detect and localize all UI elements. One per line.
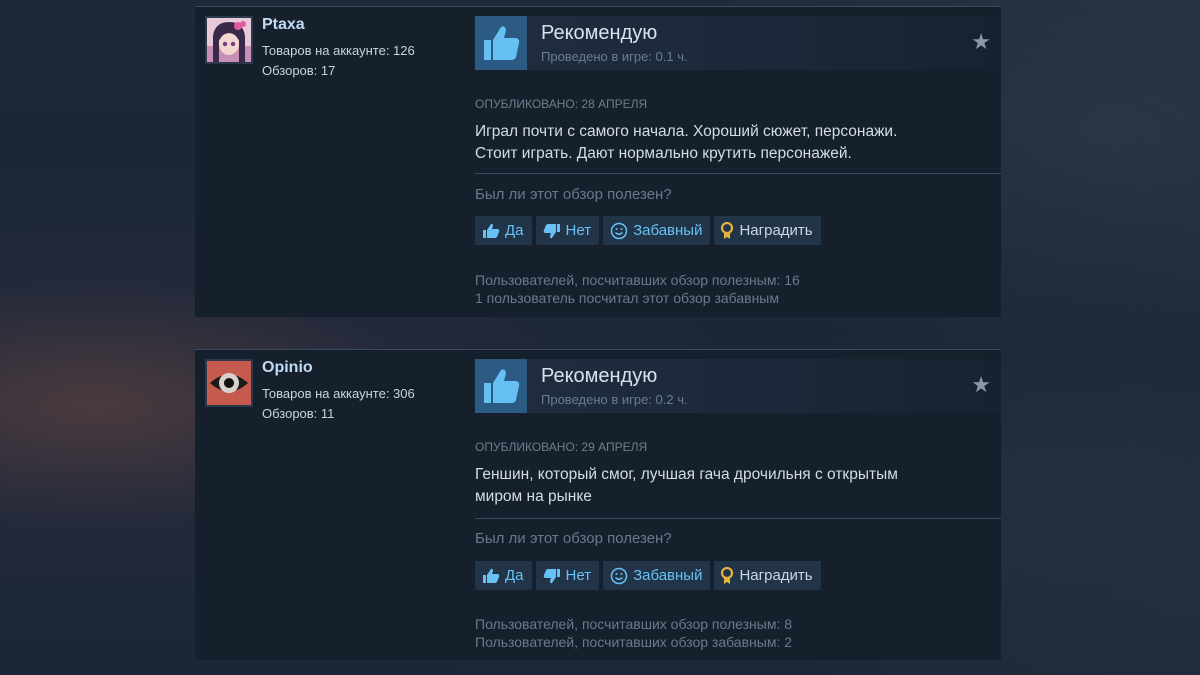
award-button[interactable]: Наградить [714, 561, 821, 590]
star-icon[interactable]: ★ [971, 31, 991, 53]
author-name[interactable]: Ptaxa [262, 16, 305, 34]
eye-avatar-icon [207, 361, 251, 405]
hours-played: Проведено в игре: 0.2 ч. [541, 392, 688, 407]
thumbs-up-icon [482, 568, 500, 584]
review-text-line: Геншин, который смог, лучшая гача дрочил… [475, 466, 898, 483]
vote-header[interactable]: Рекомендую Проведено в игре: 0.1 ч. ★ [475, 16, 1001, 70]
recommendation-title: Рекомендую [541, 22, 658, 44]
vote-yes-button[interactable]: Да [475, 216, 532, 245]
award-ribbon-icon [720, 566, 734, 585]
star-icon[interactable]: ★ [971, 374, 991, 396]
review-text-line: Стоит играть. Дают нормально крутить пер… [475, 145, 852, 162]
divider [475, 173, 1001, 174]
review-text-line: миром на рынке [475, 488, 592, 505]
recommendation-title: Рекомендую [541, 365, 658, 387]
divider [475, 518, 1001, 519]
vote-funny-button[interactable]: Забавный [603, 216, 711, 245]
thumbs-down-icon [543, 223, 561, 239]
vote-yes-label: Да [505, 222, 524, 239]
smiley-icon [610, 222, 628, 240]
thumbs-down-icon [543, 568, 561, 584]
products-count[interactable]: Товаров на аккаунте: 306 [262, 386, 415, 401]
award-button[interactable]: Наградить [714, 216, 821, 245]
author-name[interactable]: Opinio [262, 359, 313, 377]
thumbs-up-badge [475, 16, 527, 70]
posted-date: Опубликовано: 28 апреля [475, 97, 648, 111]
posted-date: Опубликовано: 29 апреля [475, 440, 648, 454]
vote-funny-button[interactable]: Забавный [603, 561, 711, 590]
award-label: Наградить [739, 567, 813, 584]
vote-yes-label: Да [505, 567, 524, 584]
vote-buttons: Да Нет Забавный Наградить [475, 216, 821, 245]
award-ribbon-icon [720, 221, 734, 240]
products-count[interactable]: Товаров на аккаунте: 126 [262, 43, 415, 58]
thumbs-up-icon [484, 369, 520, 403]
thumbs-up-icon [484, 26, 520, 60]
reviews-count[interactable]: Обзоров: 17 [262, 63, 335, 78]
thumbs-up-badge [475, 359, 527, 413]
found-helpful-count: Пользователей, посчитавших обзор полезны… [475, 616, 793, 632]
award-label: Наградить [739, 222, 813, 239]
avatar[interactable] [205, 16, 253, 64]
vote-no-button[interactable]: Нет [535, 216, 600, 245]
helpful-question: Был ли этот обзор полезен? [475, 530, 672, 547]
avatar[interactable] [205, 359, 253, 407]
review-text: Геншин, который смог, лучшая гача дрочил… [475, 464, 985, 508]
found-helpful-count: Пользователей, посчитавших обзор полезны… [475, 272, 800, 288]
review-card: Ptaxa Товаров на аккаунте: 126 Обзоров: … [195, 6, 1001, 317]
review-text-line: Играл почти с самого начала. Хороший сюж… [475, 123, 898, 140]
smiley-icon [610, 567, 628, 585]
hours-played: Проведено в игре: 0.1 ч. [541, 49, 688, 64]
vote-buttons: Да Нет Забавный Наградить [475, 561, 821, 590]
vote-header[interactable]: Рекомендую Проведено в игре: 0.2 ч. ★ [475, 359, 1001, 413]
vote-no-label: Нет [565, 222, 592, 239]
reviews-count[interactable]: Обзоров: 11 [262, 406, 334, 421]
vote-no-button[interactable]: Нет [535, 561, 600, 590]
helpful-question: Был ли этот обзор полезен? [475, 186, 672, 203]
anime-girl-avatar-icon [207, 18, 251, 62]
vote-yes-button[interactable]: Да [475, 561, 532, 590]
vote-funny-label: Забавный [633, 222, 703, 239]
found-funny-count: 1 пользователь посчитал этот обзор забав… [475, 290, 779, 306]
found-funny-count: Пользователей, посчитавших обзор забавны… [475, 634, 793, 650]
vote-funny-label: Забавный [633, 567, 703, 584]
review-text: Играл почти с самого начала. Хороший сюж… [475, 121, 985, 165]
review-card: Opinio Товаров на аккаунте: 306 Обзоров:… [195, 349, 1001, 660]
vote-no-label: Нет [565, 567, 592, 584]
thumbs-up-icon [482, 223, 500, 239]
